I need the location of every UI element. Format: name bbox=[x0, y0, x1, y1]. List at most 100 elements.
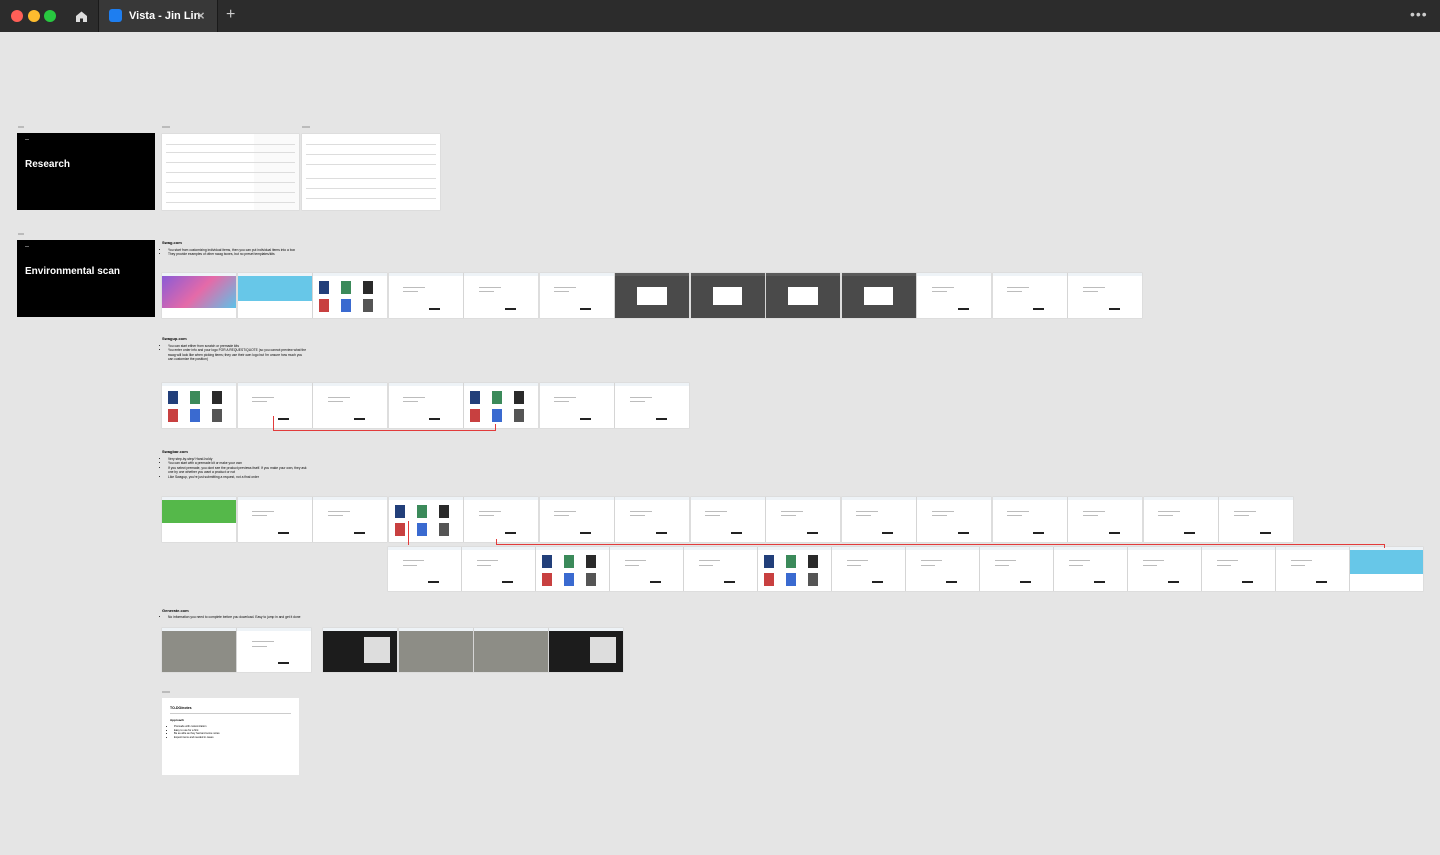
close-window-button[interactable] bbox=[11, 10, 23, 22]
screenshot-thumbnail[interactable] bbox=[237, 497, 312, 542]
screenshot-thumbnail[interactable] bbox=[474, 628, 548, 672]
screenshot-thumbnail[interactable] bbox=[766, 497, 840, 542]
screenshot-thumbnail[interactable] bbox=[1143, 497, 1218, 542]
screenshot-thumbnail[interactable] bbox=[1068, 497, 1142, 542]
screenshot-thumbnail[interactable] bbox=[237, 628, 311, 672]
screenshot-thumbnail[interactable] bbox=[399, 628, 473, 672]
thumbnail-header bbox=[313, 273, 387, 276]
screenshot-thumbnail[interactable] bbox=[388, 383, 463, 428]
flow-arrow bbox=[495, 424, 496, 431]
close-tab-icon[interactable]: × bbox=[197, 8, 205, 23]
screenshot-thumbnail[interactable] bbox=[980, 547, 1053, 591]
screenshot-thumbnail[interactable] bbox=[464, 273, 538, 318]
frame-name bbox=[162, 126, 170, 128]
screenshot-thumbnail[interactable] bbox=[1202, 547, 1275, 591]
screenshot-thumbnail[interactable] bbox=[313, 273, 387, 318]
screenshot-thumbnail[interactable] bbox=[313, 383, 387, 428]
screenshot-thumbnail[interactable] bbox=[690, 497, 765, 542]
screenshot-thumbnail[interactable] bbox=[162, 383, 236, 428]
screenshot-thumbnail[interactable] bbox=[1276, 547, 1349, 591]
product-image bbox=[363, 299, 373, 312]
screenshot-thumbnail[interactable] bbox=[162, 628, 236, 672]
screenshot-thumbnail[interactable] bbox=[610, 547, 683, 591]
screenshot-thumbnail[interactable] bbox=[992, 497, 1067, 542]
notes-list: Premade with customization Easy to use f… bbox=[170, 725, 220, 739]
screenshot-thumbnail[interactable] bbox=[758, 547, 831, 591]
text-line bbox=[554, 396, 577, 398]
screenshot-thumbnail[interactable] bbox=[841, 273, 916, 318]
screenshot-thumbnail[interactable] bbox=[1128, 547, 1201, 591]
thumbnail-header bbox=[536, 547, 609, 550]
text-line bbox=[994, 564, 1010, 566]
screenshot-thumbnail[interactable] bbox=[690, 273, 765, 318]
screenshot-thumbnail[interactable] bbox=[539, 497, 614, 542]
text-line bbox=[476, 560, 499, 562]
section-label-environmental-scan[interactable]: Environmental scan bbox=[17, 240, 155, 317]
new-tab-button[interactable]: + bbox=[226, 6, 235, 24]
hero-image bbox=[162, 500, 236, 523]
table-row bbox=[306, 154, 436, 155]
screenshot-thumbnail[interactable] bbox=[615, 383, 689, 428]
screenshot-thumbnail[interactable] bbox=[992, 273, 1067, 318]
screenshot-thumbnail[interactable] bbox=[1068, 273, 1142, 318]
screenshot-thumbnail[interactable] bbox=[684, 547, 757, 591]
thumbnail-header bbox=[841, 273, 916, 276]
screenshot-thumbnail[interactable] bbox=[539, 273, 614, 318]
summary-notes-frame[interactable]: TO-DO/notes Approach Premade with custom… bbox=[162, 698, 299, 775]
screenshot-thumbnail[interactable] bbox=[549, 628, 623, 672]
home-button[interactable] bbox=[64, 0, 99, 32]
screenshot-thumbnail[interactable] bbox=[906, 547, 979, 591]
screenshot-thumbnail[interactable] bbox=[1219, 497, 1293, 542]
screenshot-thumbnail[interactable] bbox=[323, 628, 397, 672]
thumbnail-header bbox=[841, 497, 916, 500]
text-line bbox=[1216, 564, 1232, 566]
screenshot-thumbnail[interactable] bbox=[1350, 547, 1423, 591]
research-table-frame[interactable] bbox=[162, 134, 299, 210]
thumbnail-header bbox=[313, 383, 387, 386]
hero-image bbox=[162, 276, 236, 308]
more-options-button[interactable]: ••• bbox=[1410, 6, 1428, 22]
screenshot-thumbnail[interactable] bbox=[536, 547, 609, 591]
modal-preview bbox=[863, 286, 894, 305]
screenshot-thumbnail[interactable] bbox=[388, 273, 463, 318]
photo-image bbox=[399, 631, 473, 672]
screenshot-thumbnail[interactable] bbox=[313, 497, 387, 542]
section-label-research[interactable]: Research bbox=[17, 133, 155, 210]
screenshot-thumbnail[interactable] bbox=[615, 273, 689, 318]
site-heading-swagup: Swagup.com bbox=[162, 336, 187, 341]
text-line bbox=[856, 515, 872, 516]
research-table-frame[interactable] bbox=[302, 134, 440, 210]
screenshot-thumbnail[interactable] bbox=[464, 383, 538, 428]
screenshot-thumbnail[interactable] bbox=[237, 383, 312, 428]
button-preview bbox=[502, 581, 514, 584]
screenshot-thumbnail[interactable] bbox=[539, 383, 614, 428]
file-tab[interactable]: Vista - Jin Lin × bbox=[99, 0, 218, 32]
button-preview bbox=[655, 532, 667, 535]
screenshot-thumbnail[interactable] bbox=[917, 273, 991, 318]
frame-name bbox=[18, 126, 24, 128]
screenshot-thumbnail[interactable] bbox=[162, 273, 236, 318]
thumbnail-header bbox=[388, 273, 463, 276]
screenshot-thumbnail[interactable] bbox=[841, 497, 916, 542]
minimize-window-button[interactable] bbox=[28, 10, 40, 22]
screenshot-thumbnail[interactable] bbox=[237, 273, 312, 318]
screenshot-thumbnail[interactable] bbox=[388, 547, 461, 591]
screenshot-thumbnail[interactable] bbox=[464, 497, 538, 542]
button-preview bbox=[650, 581, 662, 584]
text-line bbox=[629, 396, 652, 398]
screenshot-thumbnail[interactable] bbox=[388, 497, 463, 542]
screenshot-thumbnail[interactable] bbox=[462, 547, 535, 591]
screenshot-thumbnail[interactable] bbox=[1054, 547, 1127, 591]
text-line bbox=[1007, 291, 1023, 292]
text-line bbox=[402, 560, 425, 562]
text-line bbox=[327, 510, 350, 512]
text-line bbox=[252, 401, 268, 402]
content-block bbox=[589, 636, 616, 664]
text-line bbox=[931, 510, 954, 512]
zoom-window-button[interactable] bbox=[44, 10, 56, 22]
screenshot-thumbnail[interactable] bbox=[162, 497, 236, 542]
screenshot-thumbnail[interactable] bbox=[917, 497, 991, 542]
screenshot-thumbnail[interactable] bbox=[766, 273, 840, 318]
screenshot-thumbnail[interactable] bbox=[615, 497, 689, 542]
screenshot-thumbnail[interactable] bbox=[832, 547, 905, 591]
